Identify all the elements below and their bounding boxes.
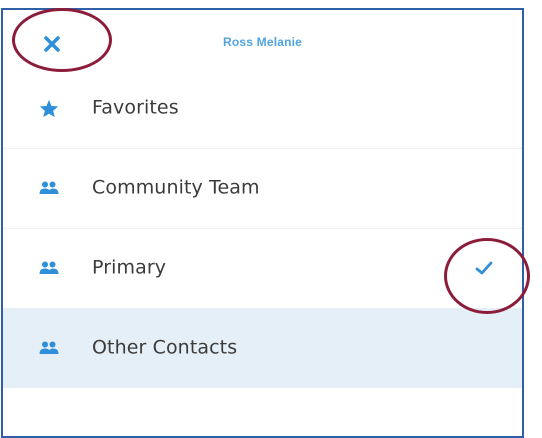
group-item-label: Other Contacts <box>92 336 238 359</box>
people-icon <box>38 259 60 277</box>
group-item-label: Primary <box>92 256 167 279</box>
group-item-label: Community Team <box>92 176 260 199</box>
group-item-community-team[interactable]: Community Team <box>3 148 522 228</box>
annotation-circle-close <box>12 8 112 72</box>
contact-group-panel: Ross Melanie Favorites Community Team Pr… <box>1 8 524 438</box>
people-icon <box>38 339 60 357</box>
group-item-other-contacts[interactable]: Other Contacts <box>3 308 522 388</box>
people-icon <box>38 179 60 197</box>
group-item-label: Favorites <box>92 96 179 119</box>
star-icon <box>38 99 60 117</box>
group-item-favorites[interactable]: Favorites <box>3 68 522 148</box>
annotation-circle-check <box>444 238 530 314</box>
